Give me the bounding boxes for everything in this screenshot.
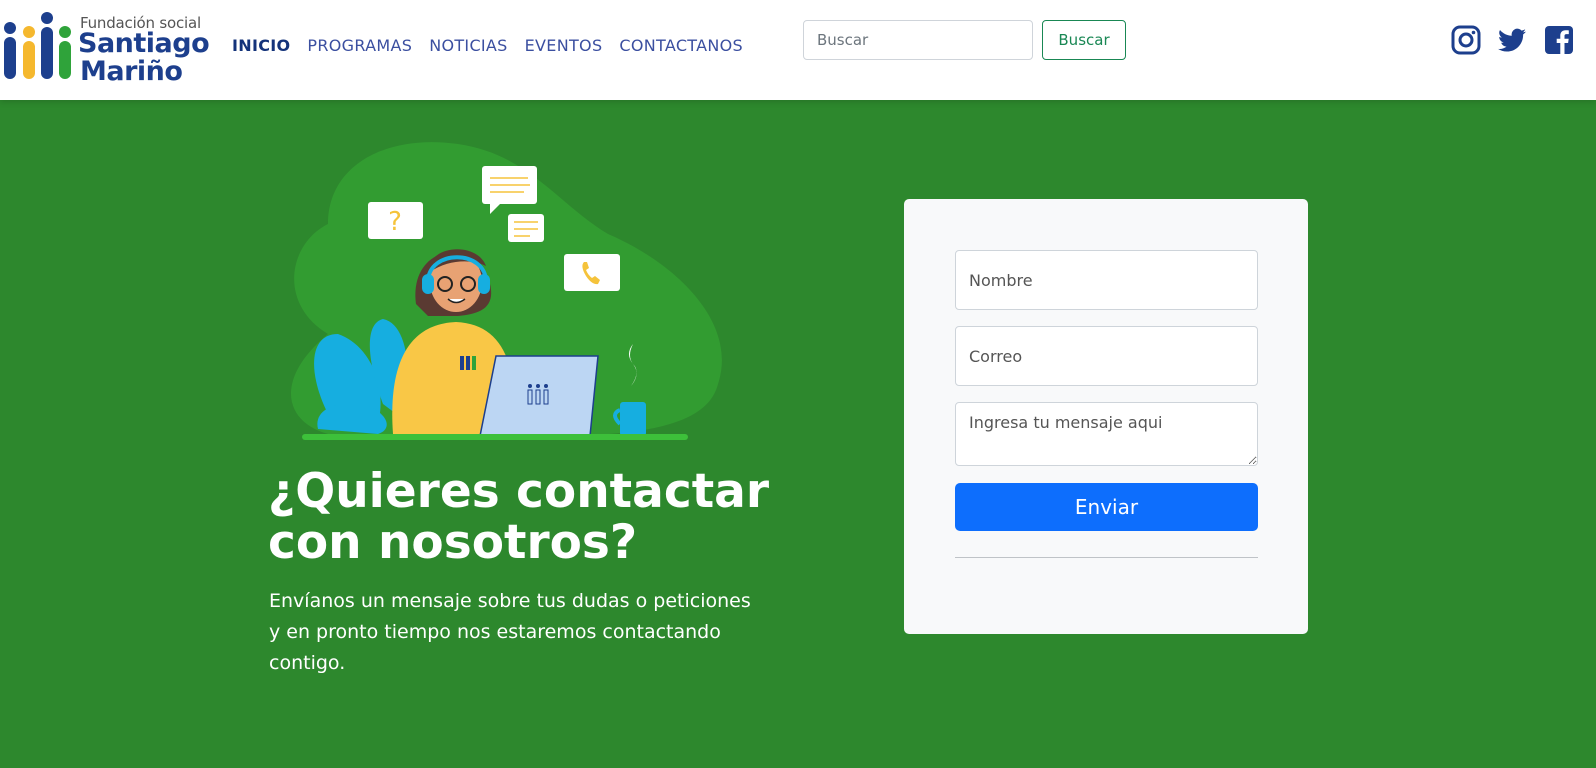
send-button[interactable]: Enviar xyxy=(955,483,1258,531)
nav-item-contactanos[interactable]: CONTACTANOS xyxy=(619,36,743,55)
nav-item-noticias[interactable]: NOTICIAS xyxy=(429,36,507,55)
message-field[interactable] xyxy=(955,402,1258,466)
facebook-icon[interactable] xyxy=(1543,24,1575,56)
logo-figures-icon xyxy=(4,12,71,79)
main-nav: INICIO PROGRAMAS NOTICIAS EVENTOS CONTAC… xyxy=(232,36,743,55)
logo-title-line2: Mariño xyxy=(80,56,183,87)
support-agent-illustration: ? xyxy=(290,142,722,440)
email-field[interactable] xyxy=(955,326,1258,386)
logo-title-line1: Santiago xyxy=(78,28,210,59)
logo[interactable]: Fundación social Santiago Mariño xyxy=(2,10,212,85)
form-divider xyxy=(955,557,1258,558)
search-button[interactable]: Buscar xyxy=(1042,20,1126,60)
hero-description: Envíanos un mensaje sobre tus dudas o pe… xyxy=(269,590,751,674)
instagram-icon[interactable] xyxy=(1450,24,1482,56)
name-field[interactable] xyxy=(955,250,1258,310)
twitter-icon[interactable] xyxy=(1496,24,1528,56)
nav-item-eventos[interactable]: EVENTOS xyxy=(525,36,603,55)
nav-item-inicio[interactable]: INICIO xyxy=(232,36,290,55)
search-input[interactable] xyxy=(803,20,1033,60)
contact-form-card: Enviar xyxy=(904,199,1308,634)
nav-item-programas[interactable]: PROGRAMAS xyxy=(307,36,412,55)
svg-text:?: ? xyxy=(388,207,402,237)
top-navbar: Fundación social Santiago Mariño INICIO … xyxy=(0,0,1596,100)
hero-title: ¿Quieres contactar con nosotros? xyxy=(268,464,770,570)
